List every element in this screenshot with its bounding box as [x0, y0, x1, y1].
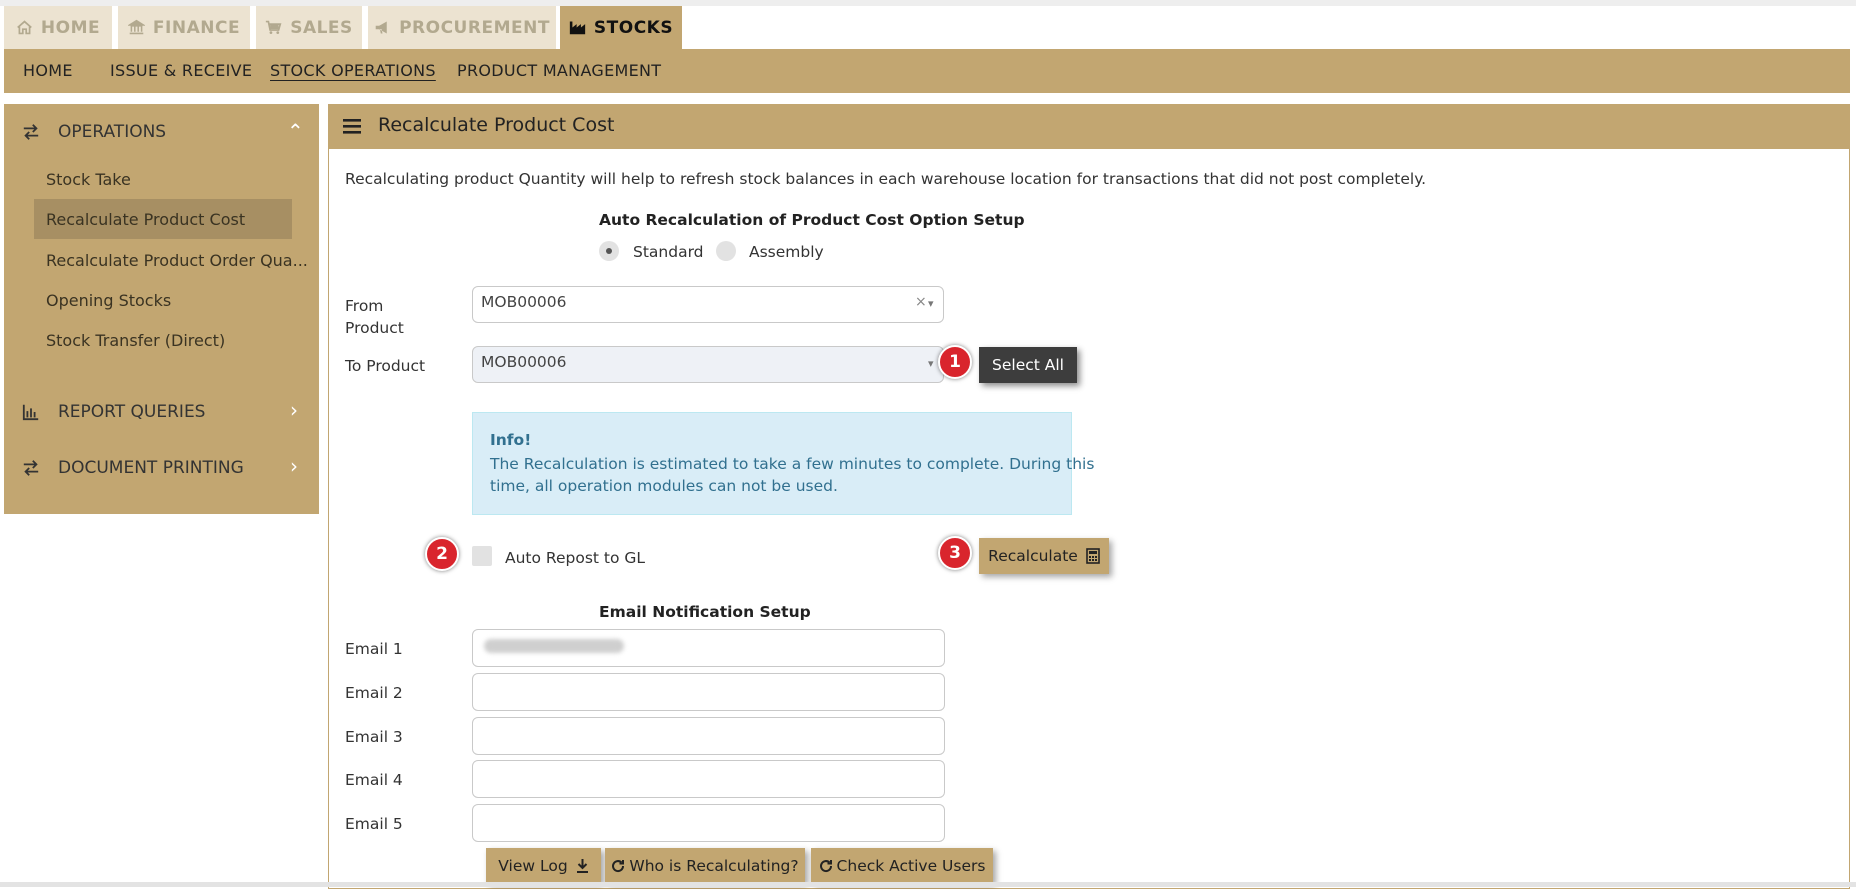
- email-3-label: Email 3: [345, 728, 403, 746]
- dropdown-caret-icon: ▾: [928, 357, 934, 370]
- sidebar-item-recalculate-product-cost[interactable]: Recalculate Product Cost: [46, 210, 245, 229]
- cart-icon: [266, 20, 282, 34]
- chevron-right-icon: ›: [290, 454, 298, 478]
- info-line-1: The Recalculation is estimated to take a…: [490, 455, 1095, 473]
- to-product-select[interactable]: MOB00006 ▾: [472, 346, 944, 383]
- tab-stocks[interactable]: STOCKS: [560, 6, 682, 49]
- sidebar-section-report-queries[interactable]: REPORT QUERIES ›: [22, 397, 307, 427]
- email-3-field[interactable]: [472, 717, 945, 755]
- from-product-label-line2: Product: [345, 319, 404, 337]
- sidebar-section-operations[interactable]: OPERATIONS ⌃: [22, 117, 307, 147]
- from-product-label: From: [345, 297, 384, 315]
- radio-standard[interactable]: [599, 241, 619, 261]
- sidebar-section-document-printing[interactable]: DOCUMENT PRINTING ›: [22, 453, 307, 483]
- select-all-button[interactable]: Select All: [979, 347, 1077, 383]
- auto-repost-label: Auto Repost to GL: [505, 549, 646, 567]
- email-1-label: Email 1: [345, 640, 403, 658]
- calculator-icon: [1086, 548, 1100, 564]
- exchange-icon: [23, 460, 39, 476]
- home-icon: [17, 20, 32, 35]
- info-alert: Info! The Recalculation is estimated to …: [472, 412, 1094, 515]
- clear-icon[interactable]: ×: [915, 294, 927, 310]
- factory-icon: [569, 21, 586, 35]
- subnav-issue-receive[interactable]: ISSUE & RECEIVE: [110, 61, 252, 80]
- radio-assembly[interactable]: [716, 241, 736, 261]
- auto-repost-checkbox[interactable]: [472, 546, 492, 566]
- from-product-select[interactable]: MOB00006 × ▾: [472, 286, 944, 323]
- page-title: Recalculate Product Cost: [378, 114, 615, 136]
- check-active-users-label: Check Active Users: [836, 856, 986, 875]
- subnav-product-management[interactable]: PRODUCT MANAGEMENT: [457, 61, 661, 80]
- email-5-field[interactable]: [472, 804, 945, 842]
- hamburger-menu-icon[interactable]: [343, 117, 361, 135]
- refresh-icon: [612, 859, 625, 872]
- email-4-field[interactable]: [472, 760, 945, 798]
- recalculate-button[interactable]: Recalculate: [979, 538, 1109, 574]
- refresh-icon: [819, 859, 832, 872]
- radio-standard-label: Standard: [633, 243, 704, 261]
- page-description: Recalculating product Quantity will help…: [345, 170, 1427, 188]
- email-4-label: Email 4: [345, 771, 403, 789]
- bank-icon: [127, 19, 145, 35]
- to-product-label: To Product: [345, 357, 426, 375]
- megaphone-icon: [375, 21, 387, 34]
- step-badge-2: 2: [425, 537, 459, 571]
- sidebar-item-stock-transfer-direct[interactable]: Stock Transfer (Direct): [46, 331, 225, 350]
- bar-chart-icon: [22, 404, 39, 421]
- view-log-label: View Log: [498, 856, 568, 875]
- email-5-label: Email 5: [345, 815, 403, 833]
- radio-assembly-label: Assembly: [749, 243, 824, 261]
- sidebar-item-recalculate-product-order-quantity[interactable]: Recalculate Product Order Qua...: [46, 251, 308, 270]
- subnav-home[interactable]: HOME: [23, 61, 73, 80]
- email-2-label: Email 2: [345, 684, 403, 702]
- subnav-stock-operations[interactable]: STOCK OPERATIONS: [270, 61, 436, 80]
- email-2-field[interactable]: [472, 673, 945, 711]
- sidebar-item-stock-take[interactable]: Stock Take: [46, 170, 131, 189]
- to-product-value: MOB00006: [481, 353, 567, 371]
- view-log-button[interactable]: View Log: [486, 848, 601, 883]
- window-bottom-edge: [0, 882, 1856, 887]
- sidebar-item-opening-stocks[interactable]: Opening Stocks: [46, 291, 171, 310]
- email-1-redacted-value: [484, 639, 624, 653]
- tab-home[interactable]: HOME: [4, 6, 112, 49]
- who-is-recalculating-button[interactable]: Who is Recalculating?: [605, 848, 805, 883]
- from-product-value: MOB00006: [481, 293, 567, 311]
- info-title: Info!: [490, 431, 532, 449]
- option-setup-title: Auto Recalculation of Product Cost Optio…: [599, 211, 1025, 229]
- who-is-recalculating-label: Who is Recalculating?: [629, 856, 799, 875]
- step-badge-1: 1: [938, 345, 972, 379]
- tab-finance[interactable]: FINANCE: [118, 6, 250, 49]
- exchange-icon: [23, 124, 39, 140]
- info-line-2: time, all operation modules can not be u…: [490, 477, 838, 495]
- tab-sales[interactable]: SALES: [256, 6, 362, 49]
- download-icon: [576, 859, 588, 873]
- chevron-up-icon: ⌃: [287, 119, 304, 143]
- tab-procurement[interactable]: PROCUREMENT: [368, 6, 556, 49]
- email-setup-title: Email Notification Setup: [599, 603, 811, 621]
- dropdown-caret-icon: ▾: [928, 297, 934, 310]
- step-badge-3: 3: [938, 536, 972, 570]
- chevron-right-icon: ›: [290, 398, 298, 422]
- check-active-users-button[interactable]: Check Active Users: [811, 848, 993, 883]
- recalculate-label: Recalculate: [988, 547, 1078, 565]
